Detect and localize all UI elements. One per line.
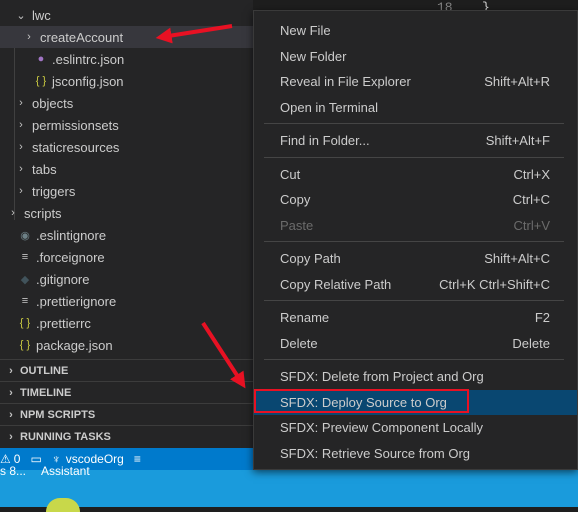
arrow-to-deploy	[201, 321, 246, 389]
arrow-to-createaccount	[155, 24, 233, 44]
annotation-arrows	[155, 24, 246, 389]
